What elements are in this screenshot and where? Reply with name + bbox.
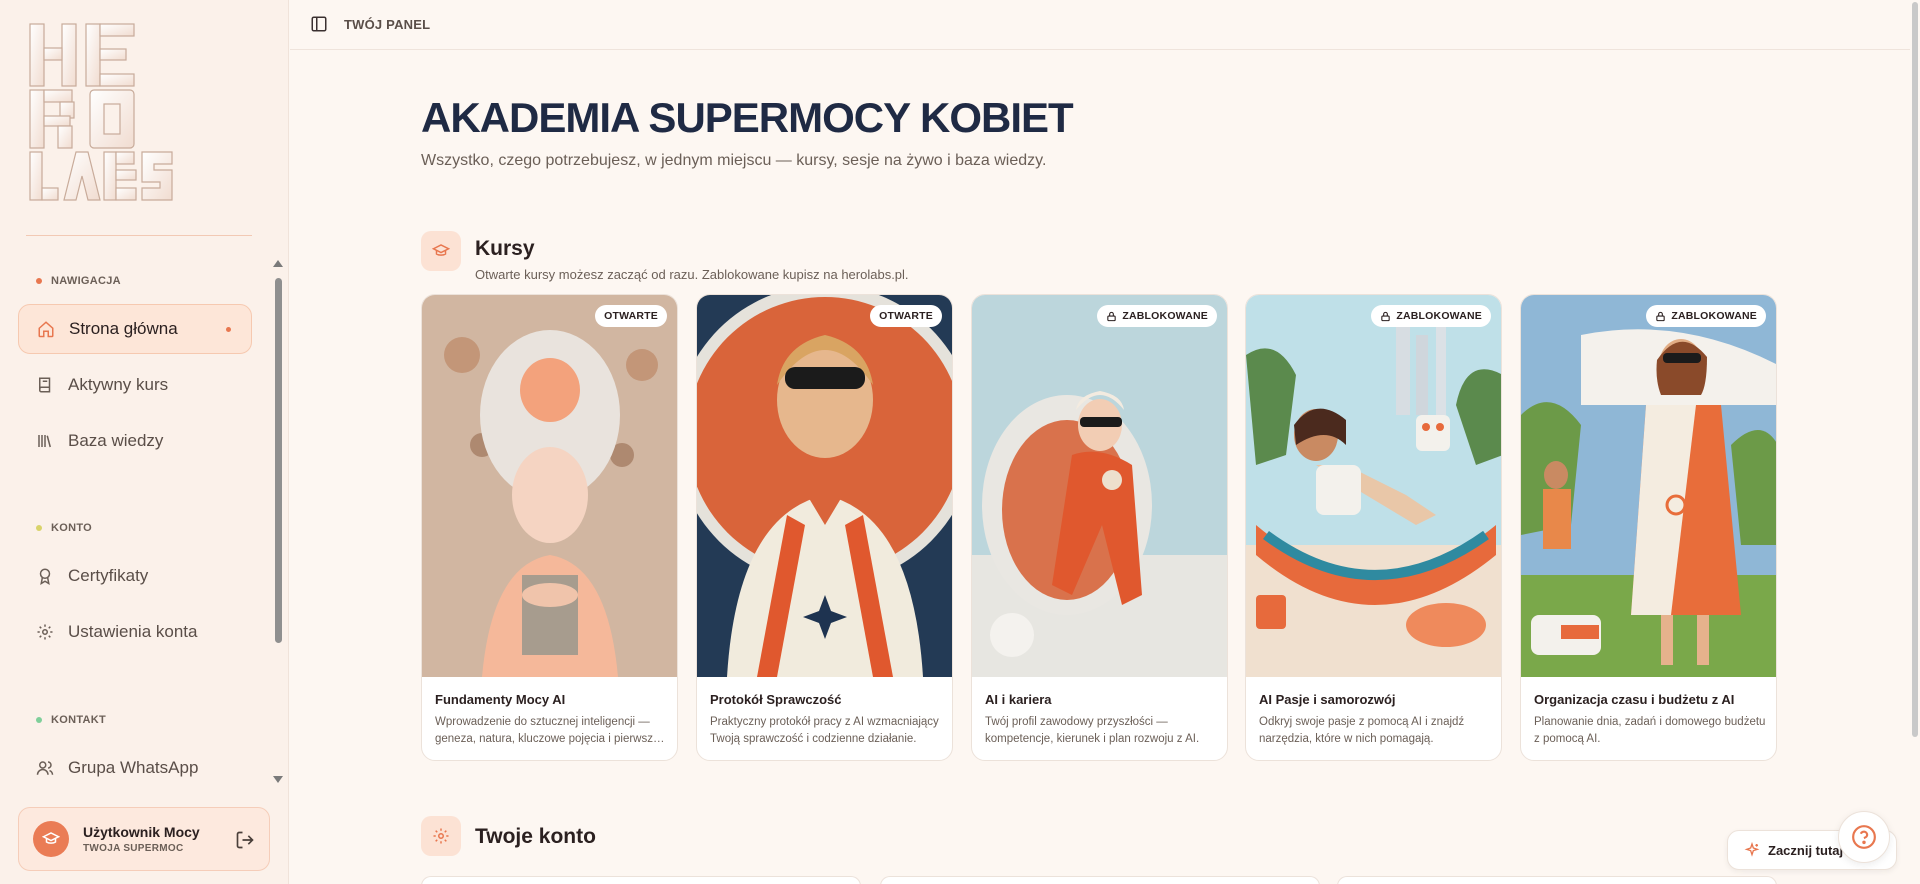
graduation-cap-icon [42, 832, 60, 844]
badge-label: ZABLOKOWANE [1122, 310, 1208, 322]
course-title: Protokół Sprawczość [710, 692, 842, 707]
sidebar-item-label: Strona główna [69, 319, 178, 338]
section-label-account: KONTO [36, 522, 92, 534]
sidebar-item-label: Aktywny kurs [68, 375, 169, 394]
lock-icon [1107, 311, 1117, 321]
sidebar-item-account-settings[interactable]: Ustawienia konta [18, 607, 252, 657]
scroll-up-icon[interactable] [273, 260, 283, 267]
section-label-text: KONTAKT [51, 714, 107, 726]
status-badge: ZABLOKOWANE [1646, 305, 1766, 327]
sidebar-item-active-course[interactable]: Aktywny kurs [18, 360, 252, 410]
courses-section-header: Kursy Otwarte kursy możesz zacząć od raz… [421, 231, 909, 282]
section-dot [36, 278, 42, 284]
account-section-header: Twoje konto [421, 816, 596, 856]
account-card[interactable] [421, 876, 861, 884]
section-dot [36, 717, 42, 723]
course-title: Fundamenty Mocy AI [435, 692, 566, 707]
course-card[interactable]: OTWARTE Fundamenty Mocy AI Wprowadzenie … [421, 294, 678, 761]
user-card[interactable]: Użytkownik Mocy TWOJA SUPERMOC [18, 807, 270, 871]
active-indicator [226, 326, 231, 332]
page-title: TWÓJ PANEL [344, 17, 431, 32]
course-description: Wprowadzenie do sztucznej inteligencji —… [435, 716, 660, 745]
sidebar-item-certificates[interactable]: Certyfikaty [18, 551, 252, 601]
course-image [1521, 295, 1776, 677]
sidebar-item-home[interactable]: Strona główna [18, 304, 252, 354]
section-label-text: KONTO [51, 522, 93, 534]
section-label-navigation: NAWIGACJA [36, 275, 121, 287]
section-label-text: NAWIGACJA [51, 275, 121, 287]
account-card[interactable] [1337, 876, 1777, 884]
sidebar-item-whatsapp-group[interactable]: Grupa WhatsApp [18, 743, 252, 793]
gear-icon [421, 816, 461, 856]
sparkle-icon [1744, 842, 1760, 857]
sidebar-nav: NAWIGACJA Strona główna Aktywny kurs Baz… [0, 256, 289, 786]
hero-subtitle: Wszystko, czego potrzebujesz, w jednym m… [421, 152, 1047, 169]
course-image [1246, 295, 1501, 677]
user-role: TWOJA SUPERMOC [83, 843, 184, 854]
course-card[interactable]: OTWARTE Protokół Sprawczość Praktyczny p… [696, 294, 953, 761]
user-name: Użytkownik Mocy [83, 824, 200, 840]
help-icon [1852, 825, 1876, 849]
start-tour-label: Zacznij tutaj [1768, 842, 1844, 858]
avatar [33, 821, 69, 857]
sidebar-toggle-icon[interactable] [310, 15, 328, 33]
status-badge: ZABLOKOWANE [1371, 305, 1491, 327]
badge-label: ZABLOKOWANE [1396, 310, 1482, 322]
sidebar-item-knowledge-base[interactable]: Baza wiedzy [18, 416, 252, 466]
logout-icon[interactable] [235, 830, 255, 850]
course-description: Twój profil zawodowy przyszłości — kompe… [985, 716, 1200, 745]
scroll-thumb[interactable] [1912, 2, 1918, 737]
lock-icon [1656, 311, 1666, 321]
section-description: Otwarte kursy możesz zacząć od razu. Zab… [475, 267, 909, 282]
status-badge: OTWARTE [870, 305, 942, 327]
scroll-down-icon[interactable] [273, 776, 283, 783]
book-icon [36, 376, 54, 394]
logo-divider [26, 235, 252, 236]
sidebar-item-label: Ustawienia konta [68, 622, 198, 641]
badge-label: OTWARTE [879, 310, 933, 322]
sidebar-item-label: Baza wiedzy [68, 431, 164, 450]
award-icon [36, 567, 54, 585]
badge-label: ZABLOKOWANE [1671, 310, 1757, 322]
sidebar-item-label: Grupa WhatsApp [68, 758, 199, 777]
course-card[interactable]: ZABLOKOWANE AI i kariera Twój profil zaw… [971, 294, 1228, 761]
course-card[interactable]: ZABLOKOWANE Organizacja czasu i budżetu … [1520, 294, 1777, 761]
status-badge: OTWARTE [595, 305, 667, 327]
topbar: TWÓJ PANEL [290, 0, 1910, 50]
hero-title: AKADEMIA SUPERMOCY KOBIET [421, 94, 1074, 141]
herolabs-logo[interactable] [24, 20, 184, 205]
course-description: Praktyczny protokół pracy z AI wzmacniaj… [710, 716, 939, 745]
users-icon [36, 759, 54, 777]
section-title: Twoje konto [475, 825, 596, 848]
sidebar-scrollbar[interactable] [272, 258, 284, 786]
lock-icon [1381, 311, 1391, 321]
course-description: Odkryj swoje pasje z pomocą AI i znajdź … [1259, 716, 1465, 745]
course-image [422, 295, 677, 677]
library-icon [36, 432, 54, 450]
home-icon [37, 320, 55, 338]
sidebar: NAWIGACJA Strona główna Aktywny kurs Baz… [0, 0, 289, 884]
section-title: Kursy [475, 237, 535, 260]
sidebar-item-label: Certyfikaty [68, 566, 149, 585]
course-title: Organizacja czasu i budżetu z AI [1534, 692, 1735, 707]
account-card[interactable] [880, 876, 1320, 884]
course-card[interactable]: ZABLOKOWANE AI Pasje i samorozwój Odkryj… [1245, 294, 1502, 761]
main-scrollbar[interactable] [1910, 0, 1920, 884]
course-image [972, 295, 1227, 677]
status-badge: ZABLOKOWANE [1097, 305, 1217, 327]
course-description: Planowanie dnia, zadań i domowego budżet… [1534, 716, 1766, 745]
badge-label: OTWARTE [604, 310, 658, 322]
help-button[interactable] [1838, 811, 1890, 863]
graduation-cap-icon [421, 231, 461, 271]
section-label-contact: KONTAKT [36, 714, 106, 726]
course-title: AI i kariera [985, 692, 1052, 707]
course-image [697, 295, 952, 677]
gear-icon [36, 623, 54, 641]
section-dot [36, 525, 42, 531]
course-title: AI Pasje i samorozwój [1259, 692, 1396, 707]
scroll-thumb[interactable] [275, 278, 282, 643]
